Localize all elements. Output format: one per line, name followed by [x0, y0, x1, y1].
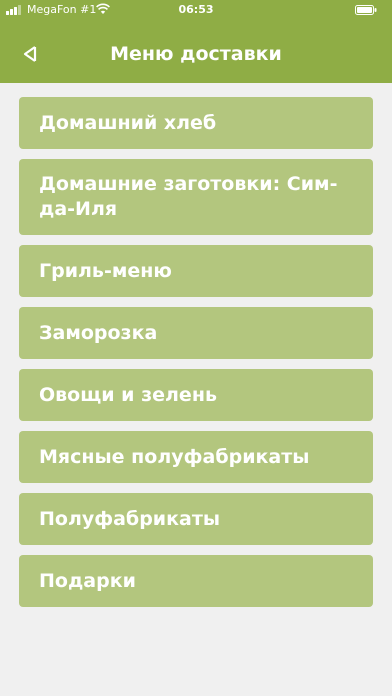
menu-item-homemade-bread[interactable]: Домашний хлеб: [19, 97, 373, 149]
menu-item-label: Гриль-меню: [39, 259, 172, 282]
menu-item-label: Домашний хлеб: [39, 111, 217, 134]
menu-item-semi-finished[interactable]: Полуфабрикаты: [19, 493, 373, 545]
status-bar: MegaFon #1 06:53: [0, 0, 392, 20]
menu-item-gifts[interactable]: Подарки: [19, 555, 373, 607]
back-arrow-icon: [23, 46, 37, 62]
back-button[interactable]: [14, 40, 46, 68]
menu-item-label: Домашние заготовки: Сим-да-Иля: [39, 173, 338, 220]
menu-item-frozen[interactable]: Заморозка: [19, 307, 373, 359]
menu-item-vegetables-greens[interactable]: Овощи и зелень: [19, 369, 373, 421]
menu-item-label: Мясные полуфабрикаты: [39, 445, 310, 468]
menu-item-homemade-preserves[interactable]: Домашние заготовки: Сим-да-Иля: [19, 159, 373, 235]
menu-item-label: Овощи и зелень: [39, 383, 217, 406]
menu-list: Домашний хлеб Домашние заготовки: Сим-да…: [19, 97, 373, 617]
battery-icon: [355, 5, 377, 15]
menu-item-label: Полуфабрикаты: [39, 507, 221, 530]
menu-item-label: Подарки: [39, 569, 136, 592]
menu-item-meat-semi-finished[interactable]: Мясные полуфабрикаты: [19, 431, 373, 483]
menu-item-label: Заморозка: [39, 321, 158, 344]
page-title: Меню доставки: [110, 43, 282, 65]
status-time: 06:53: [178, 3, 214, 16]
menu-item-grill-menu[interactable]: Гриль-меню: [19, 245, 373, 297]
header-bar: MegaFon #1 06:53 Меню доставки: [0, 0, 392, 83]
